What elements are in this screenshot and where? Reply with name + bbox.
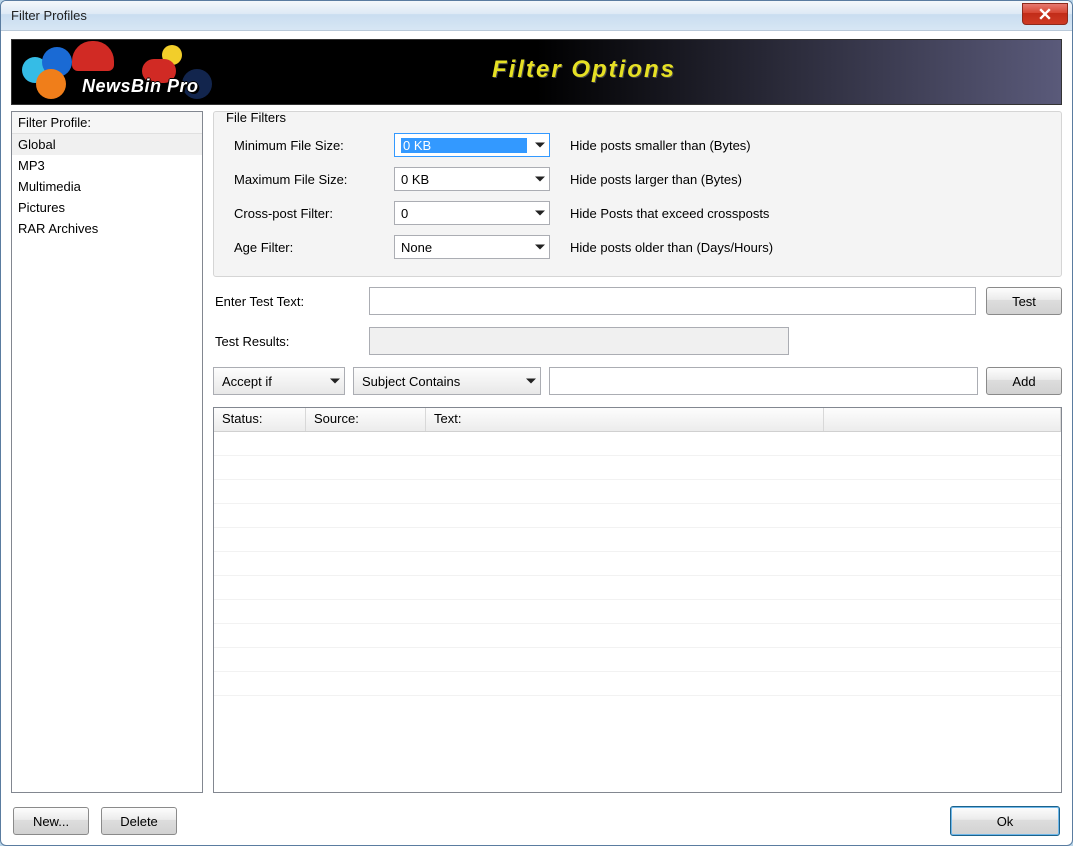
ok-button[interactable]: Ok [950, 806, 1060, 836]
profile-item-global[interactable]: Global [12, 134, 202, 155]
profile-item-rar[interactable]: RAR Archives [12, 218, 202, 239]
rule-field-value: Subject Contains [362, 374, 460, 389]
sidebar: Filter Profile: Global MP3 Multimedia Pi… [11, 111, 203, 793]
new-button[interactable]: New... [13, 807, 89, 835]
row-crosspost: Cross-post Filter: 0 Hide Posts that exc… [226, 196, 1049, 230]
window-title: Filter Profiles [11, 8, 87, 23]
table-row[interactable] [214, 504, 1061, 528]
rule-action-select[interactable]: Accept if [213, 367, 345, 395]
table-row[interactable] [214, 672, 1061, 696]
table-row[interactable] [214, 576, 1061, 600]
chevron-down-icon [535, 177, 545, 182]
test-button[interactable]: Test [986, 287, 1062, 315]
table-row[interactable] [214, 648, 1061, 672]
crosspost-value: 0 [401, 206, 527, 221]
row-min-size: Minimum File Size: 0 KB Hide posts small… [226, 128, 1049, 162]
test-results-output [369, 327, 789, 355]
add-button[interactable]: Add [986, 367, 1062, 395]
rule-action-value: Accept if [222, 374, 272, 389]
age-value: None [401, 240, 527, 255]
test-input[interactable] [369, 287, 976, 315]
profile-item-multimedia[interactable]: Multimedia [12, 176, 202, 197]
age-hint: Hide posts older than (Days/Hours) [550, 240, 773, 255]
banner-title: Filter Options [492, 56, 676, 84]
min-size-hint: Hide posts smaller than (Bytes) [550, 138, 751, 153]
delete-button[interactable]: Delete [101, 807, 177, 835]
col-status[interactable]: Status: [214, 408, 306, 431]
rule-field-select[interactable]: Subject Contains [353, 367, 541, 395]
max-size-label: Maximum File Size: [226, 172, 394, 187]
row-age: Age Filter: None Hide posts older than (… [226, 230, 1049, 264]
filter-profiles-window: Filter Profiles NewsBin Pro Filter Optio… [0, 0, 1073, 846]
max-size-combo[interactable]: 0 KB [394, 167, 550, 191]
table-row[interactable] [214, 552, 1061, 576]
table-row[interactable] [214, 528, 1061, 552]
row-test-input: Enter Test Text: Test [213, 287, 1062, 315]
crosspost-hint: Hide Posts that exceed crossposts [550, 206, 769, 221]
banner: NewsBin Pro Filter Options [11, 39, 1062, 105]
chevron-down-icon [535, 211, 545, 216]
chevron-down-icon [535, 245, 545, 250]
file-filters-group: File Filters Minimum File Size: 0 KB Hid… [213, 111, 1062, 277]
footer: New... Delete Ok [1, 797, 1072, 845]
profile-item-mp3[interactable]: MP3 [12, 155, 202, 176]
test-results-label: Test Results: [213, 334, 359, 349]
crosspost-label: Cross-post Filter: [226, 206, 394, 221]
profile-item-pictures[interactable]: Pictures [12, 197, 202, 218]
file-filters-legend: File Filters [222, 110, 290, 125]
min-size-value: 0 KB [401, 138, 527, 153]
test-input-label: Enter Test Text: [213, 294, 359, 309]
close-icon [1039, 8, 1051, 20]
max-size-hint: Hide posts larger than (Bytes) [550, 172, 742, 187]
age-label: Age Filter: [226, 240, 394, 255]
chevron-down-icon [535, 143, 545, 148]
rule-value-input[interactable] [549, 367, 978, 395]
table-row[interactable] [214, 600, 1061, 624]
rules-table[interactable]: Status: Source: Text: [213, 407, 1062, 793]
titlebar: Filter Profiles [1, 1, 1072, 31]
profile-list[interactable]: Filter Profile: Global MP3 Multimedia Pi… [11, 111, 203, 793]
table-row[interactable] [214, 432, 1061, 456]
age-combo[interactable]: None [394, 235, 550, 259]
main-panel: File Filters Minimum File Size: 0 KB Hid… [213, 111, 1062, 793]
row-test-results: Test Results: [213, 327, 1062, 355]
table-body [214, 432, 1061, 792]
profile-list-header: Filter Profile: [12, 112, 202, 134]
max-size-value: 0 KB [401, 172, 527, 187]
content-area: Filter Profile: Global MP3 Multimedia Pi… [1, 111, 1072, 797]
chevron-down-icon [526, 379, 536, 384]
col-text[interactable]: Text: [426, 408, 824, 431]
table-row[interactable] [214, 624, 1061, 648]
table-row[interactable] [214, 480, 1061, 504]
table-header: Status: Source: Text: [214, 408, 1061, 432]
col-blank[interactable] [824, 408, 1061, 431]
row-rule-builder: Accept if Subject Contains Add [213, 367, 1062, 395]
logo-text: NewsBin Pro [82, 76, 199, 97]
col-source[interactable]: Source: [306, 408, 426, 431]
min-size-label: Minimum File Size: [226, 138, 394, 153]
min-size-combo[interactable]: 0 KB [394, 133, 550, 157]
chevron-down-icon [330, 379, 340, 384]
table-row[interactable] [214, 456, 1061, 480]
row-max-size: Maximum File Size: 0 KB Hide posts large… [226, 162, 1049, 196]
close-button[interactable] [1022, 3, 1068, 25]
crosspost-combo[interactable]: 0 [394, 201, 550, 225]
